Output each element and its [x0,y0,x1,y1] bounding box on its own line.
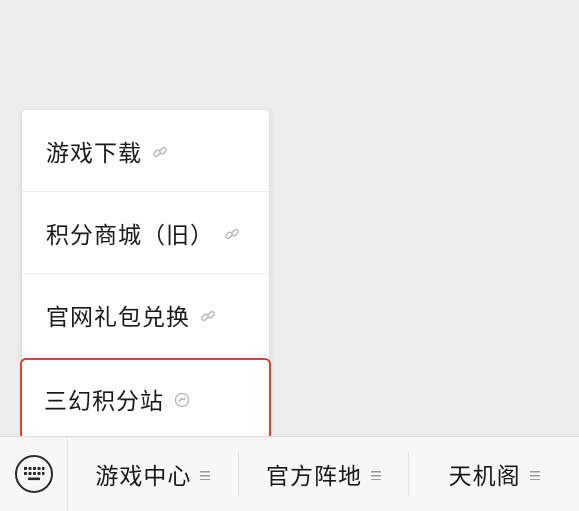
tab-label: 官方阵地 [266,463,362,490]
link-icon [200,308,216,324]
menu-lines-icon [529,471,540,481]
link-icon [152,144,168,160]
bottom-menu-bar: 游戏中心 官方阵地 天机阁 [0,436,579,511]
menu-item-points-mall-old[interactable]: 积分商城（旧） [22,192,269,274]
menu-item-label: 三幻积分站 [44,389,164,415]
menu-item-game-download[interactable]: 游戏下载 [22,110,269,192]
menu-item-label: 官网礼包兑换 [46,304,190,331]
keyboard-icon [14,455,53,493]
keyboard-toggle-button[interactable] [0,437,68,511]
menu-item-label: 游戏下载 [46,140,142,167]
tab-tianji-pavilion[interactable]: 天机阁 [409,452,579,496]
popup-menu: 游戏下载 积分商城（旧） 官网礼包兑换 三幻积分站 [20,110,271,440]
menu-item-points-station[interactable]: 三幻积分站 [20,358,271,440]
tab-official-base[interactable]: 官方阵地 [239,451,410,497]
menu-lines-icon [200,471,211,481]
menu-item-label: 积分商城（旧） [46,222,214,249]
tab-game-center[interactable]: 游戏中心 [68,451,239,497]
tab-label: 游戏中心 [95,463,192,490]
link-icon [224,226,240,242]
tab-label: 天机阁 [448,463,521,490]
menu-item-gift-redeem[interactable]: 官网礼包兑换 [22,274,269,356]
mini-program-icon [174,392,190,408]
menu-lines-icon [371,471,381,481]
